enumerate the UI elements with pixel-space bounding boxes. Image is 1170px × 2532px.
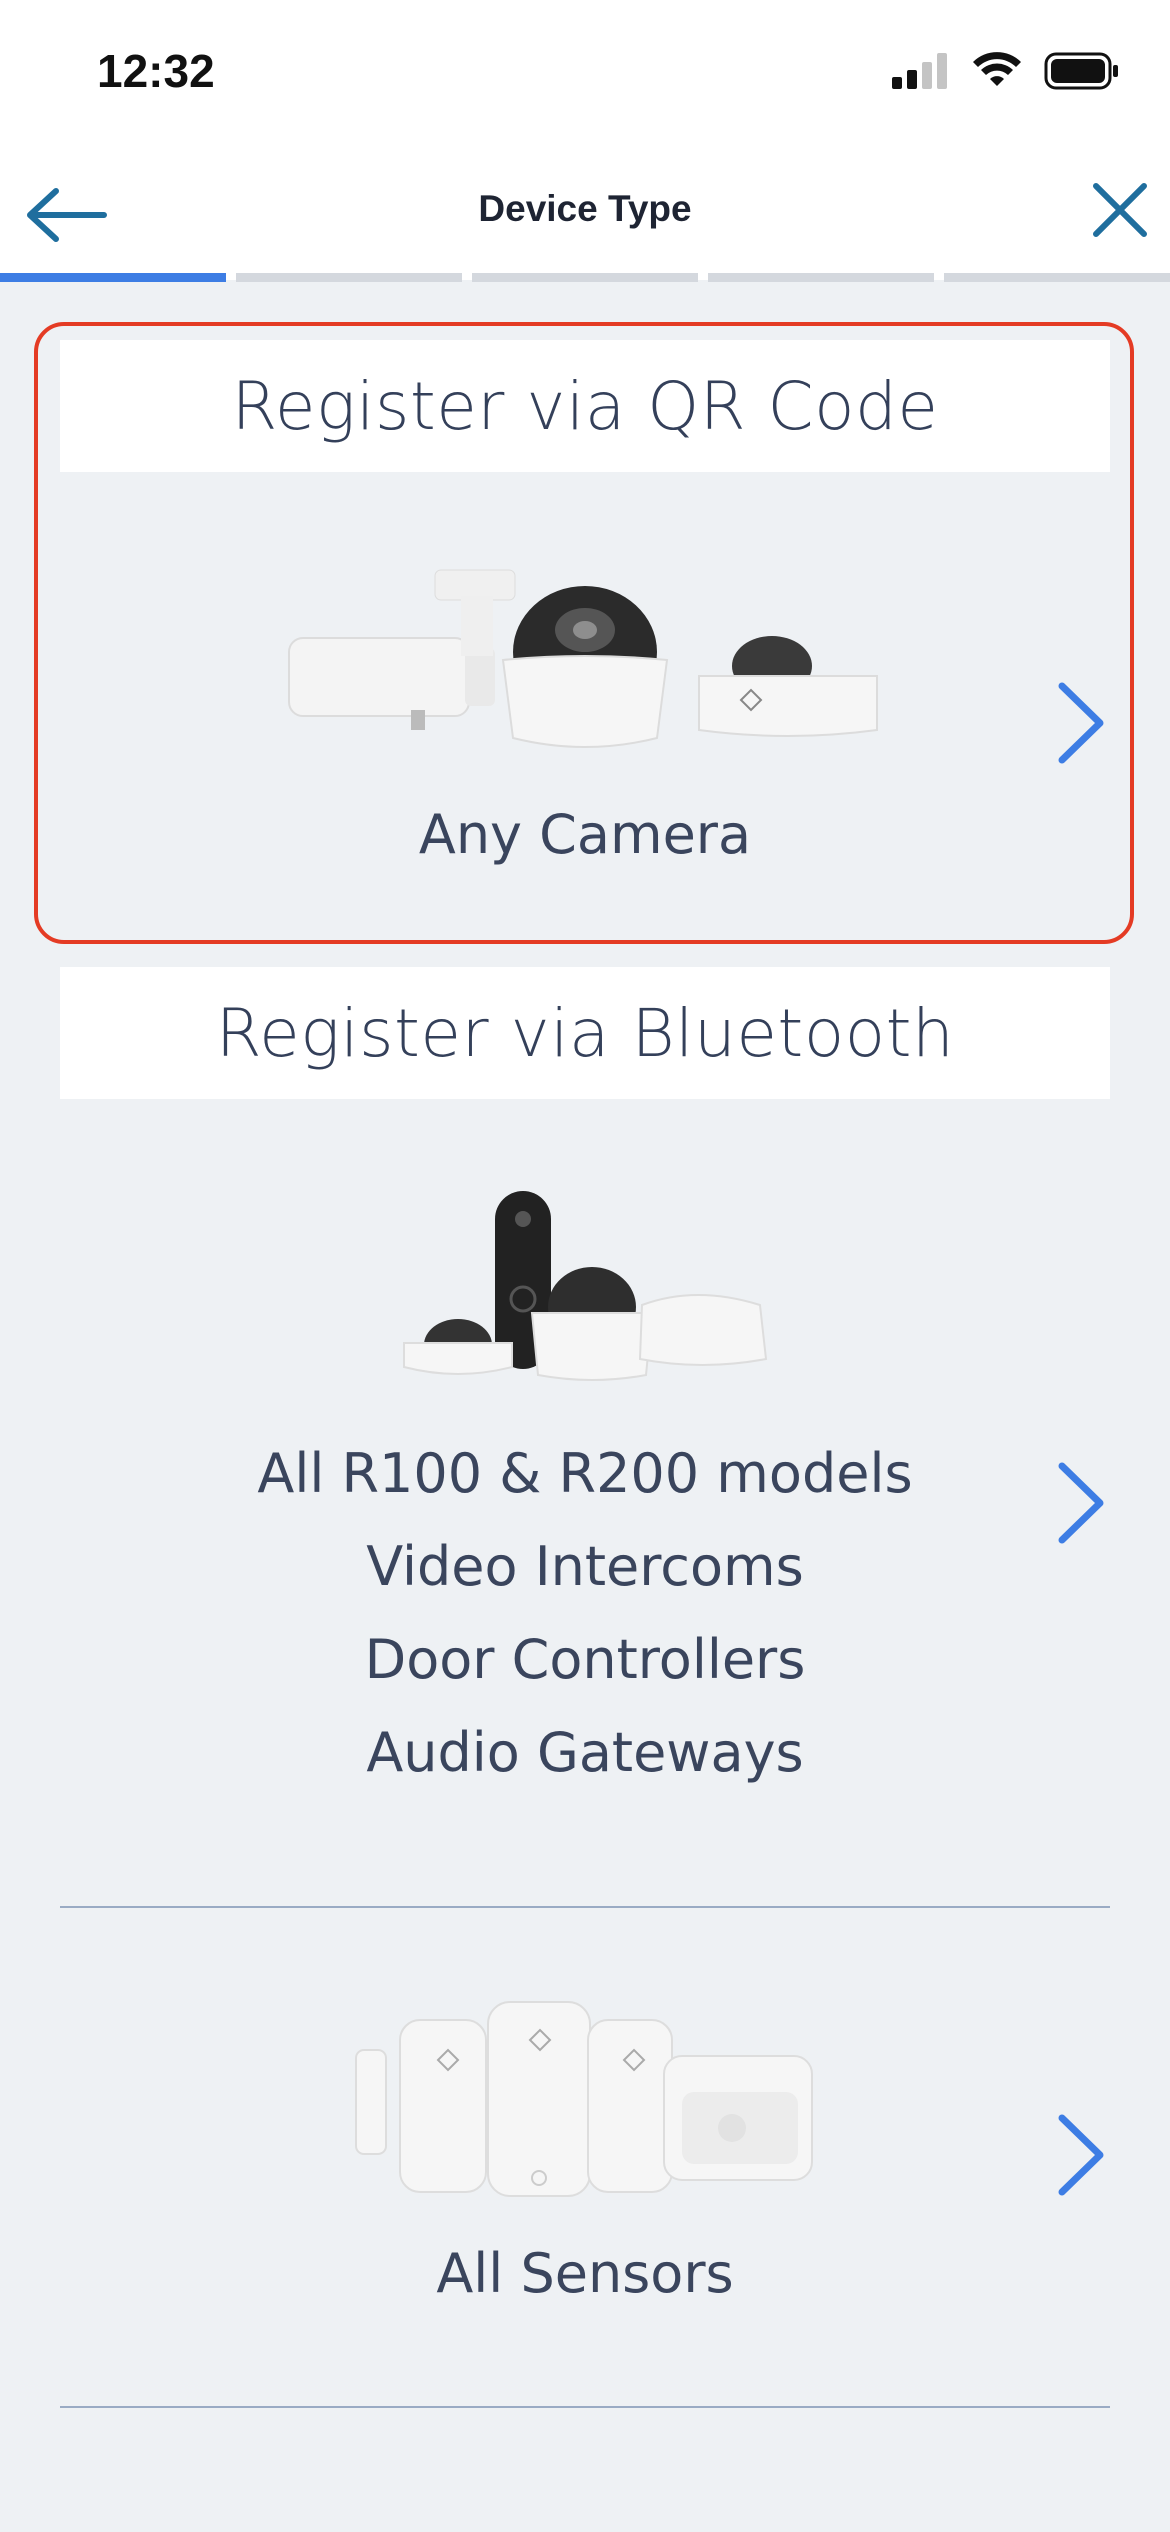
bluetooth-line-4: Audio Gateways — [366, 1721, 804, 1784]
divider — [60, 2406, 1110, 2408]
status-bar: 12:32 — [0, 0, 1170, 150]
bluetooth-line-2: Video Intercoms — [366, 1535, 804, 1598]
chevron-right-icon[interactable] — [1050, 1458, 1110, 1548]
nav-bar: Device Type — [0, 150, 1170, 280]
status-time: 12:32 — [97, 45, 215, 97]
bluetooth-line-3: Door Controllers — [364, 1628, 806, 1691]
bottom-spacer — [0, 2410, 1170, 2532]
bluetooth-devices-image — [403, 1191, 768, 1381]
qr-section-header: Register via QR Code — [60, 340, 1110, 472]
status-icons — [892, 52, 1120, 90]
qr-caption: Any Camera — [418, 803, 752, 866]
progress-segment — [236, 273, 462, 282]
battery-icon — [1044, 52, 1118, 90]
progress-segment — [472, 273, 698, 282]
page-title: Device Type — [478, 188, 692, 229]
sensors-image — [355, 2001, 813, 2197]
step-progress — [0, 273, 1170, 282]
progress-segment — [944, 273, 1170, 282]
wifi-icon — [973, 52, 1021, 86]
close-icon[interactable] — [1088, 178, 1152, 242]
bluetooth-line-1: All R100 & R200 models — [257, 1442, 913, 1505]
sensors-caption: All Sensors — [436, 2242, 734, 2305]
progress-segment — [708, 273, 934, 282]
bluetooth-section-header: Register via Bluetooth — [60, 967, 1110, 1099]
chevron-right-icon[interactable] — [1050, 678, 1110, 768]
cameras-image — [288, 569, 878, 748]
progress-segment-active — [0, 273, 226, 282]
divider — [60, 1906, 1110, 1908]
cellular-signal-icon — [892, 53, 947, 89]
chevron-right-icon[interactable] — [1050, 2110, 1110, 2200]
